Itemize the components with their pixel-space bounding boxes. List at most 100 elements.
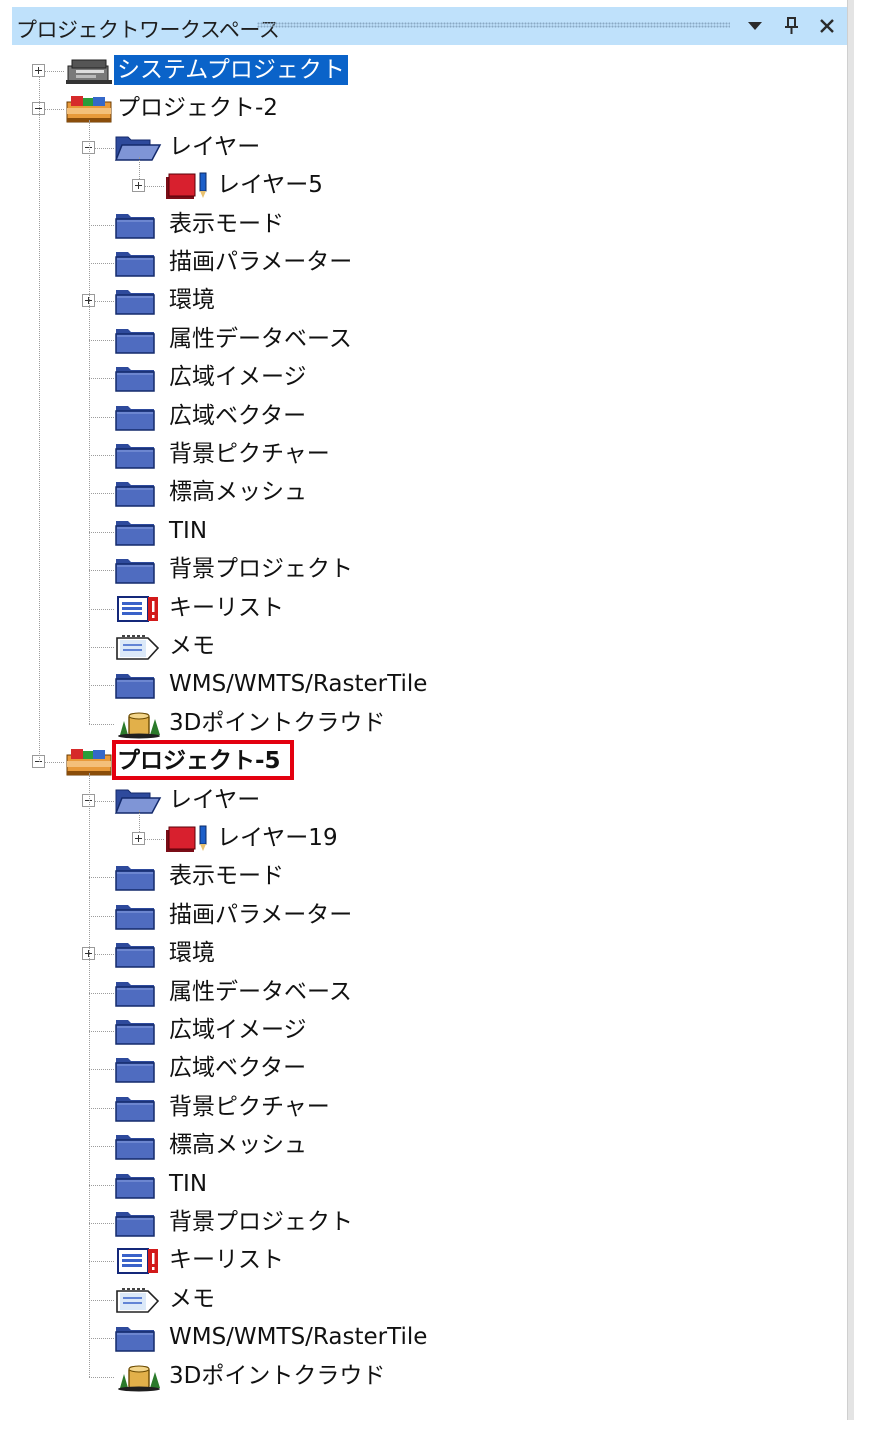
tree-node-item[interactable]: 属性データベース	[0, 974, 848, 1012]
tree-node-item[interactable]: 描画パラメーター	[0, 897, 848, 935]
tree-node-item[interactable]: 表示モード	[0, 206, 848, 244]
tree-node-item[interactable]: 背景プロジェクト	[0, 551, 848, 589]
expand-plus-icon[interactable]	[132, 832, 145, 845]
tree-node-item[interactable]: 標高メッシュ	[0, 474, 848, 512]
tree-node-item[interactable]: 背景ピクチャー	[0, 436, 848, 474]
folder-icon	[114, 1131, 162, 1161]
tree-node-item[interactable]: 背景ピクチャー	[0, 1089, 848, 1127]
tree-connector	[89, 493, 114, 495]
layer-icon	[164, 824, 212, 854]
tree-connector	[89, 1299, 114, 1301]
open-folder-icon	[114, 786, 162, 816]
tree-node-item[interactable]: 広域ベクター	[0, 398, 848, 436]
tree-node-item[interactable]: WMS/WMTS/RasterTile	[0, 666, 848, 704]
project-workspace-panel: プロジェクトワークスペース システムプロジェクト プロジェクト-2 レイヤー レイヤー…	[0, 0, 848, 1448]
tree-connector	[89, 1184, 114, 1186]
folder-icon	[114, 1054, 162, 1084]
tree-connector	[89, 531, 114, 533]
tree-connector	[139, 156, 140, 180]
project-icon	[64, 747, 112, 777]
tree-node-label: WMS/WMTS/RasterTile	[169, 1324, 428, 1351]
tree-node-label: メモ	[169, 1285, 215, 1312]
tree-node-item[interactable]: 表示モード	[0, 858, 848, 896]
folder-icon	[114, 325, 162, 355]
tree-connector	[89, 120, 90, 724]
project-icon	[64, 94, 112, 124]
key-list-icon	[114, 1246, 162, 1276]
tree-node-item[interactable]: 属性データベース	[0, 321, 848, 359]
tree-node-item[interactable]: 環境	[0, 282, 848, 320]
tree-node-layer-folder[interactable]: レイヤー	[0, 129, 848, 167]
tree-node-label: 広域イメージ	[169, 1017, 307, 1043]
tree-node-project[interactable]: プロジェクト-5	[0, 743, 848, 781]
tree-connector	[89, 723, 114, 725]
tree-node-label: 3Dポイントクラウド	[169, 1362, 386, 1389]
tree-connector	[95, 800, 114, 802]
tree-node-label: 属性データベース	[169, 325, 352, 352]
expand-plus-icon[interactable]	[132, 179, 145, 193]
tree-node-item[interactable]: TIN	[0, 1166, 848, 1204]
project-tree[interactable]: システムプロジェクト プロジェクト-2 レイヤー レイヤー5 表示モード 描画パラメーター…	[0, 0, 848, 1448]
tree-node-item[interactable]: メモ	[0, 1281, 848, 1319]
tree-connector	[39, 77, 40, 763]
tree-node-label: 標高メッシュ	[169, 479, 307, 506]
tree-node-layer[interactable]: レイヤー19	[0, 820, 848, 858]
system-project-icon	[64, 56, 112, 86]
folder-icon	[114, 555, 162, 585]
tree-node-item[interactable]: WMS/WMTS/RasterTile	[0, 1319, 848, 1357]
tree-node-item[interactable]: キーリスト	[0, 590, 848, 628]
tree-node-label: システムプロジェクト	[114, 55, 348, 85]
tree-node-system-project[interactable]: システムプロジェクト	[0, 52, 848, 90]
folder-icon	[114, 939, 162, 969]
expand-plus-icon[interactable]	[32, 64, 45, 77]
tree-connector	[89, 378, 114, 380]
open-folder-icon	[114, 133, 162, 163]
tree-node-label: レイヤー	[169, 133, 261, 160]
tree-node-label: 背景ピクチャー	[169, 441, 330, 467]
tree-connector	[89, 915, 114, 917]
memo-icon	[114, 1285, 162, 1315]
tree-connector	[89, 877, 114, 879]
tree-node-item[interactable]: 環境	[0, 935, 848, 973]
tree-node-item[interactable]: TIN	[0, 513, 848, 551]
layer-icon	[164, 171, 212, 201]
tree-node-item[interactable]: メモ	[0, 628, 848, 666]
tree-node-layer[interactable]: レイヤー5	[0, 167, 848, 205]
tree-node-label: プロジェクト-5	[117, 748, 281, 775]
tree-node-item[interactable]: 3Dポイントクラウド	[0, 1358, 848, 1396]
tree-node-item[interactable]: 3Dポイントクラウド	[0, 705, 848, 743]
tree-node-label: WMS/WMTS/RasterTile	[169, 671, 428, 698]
tree-node-item[interactable]: 背景プロジェクト	[0, 1204, 848, 1242]
tree-node-layer-folder[interactable]: レイヤー	[0, 782, 848, 820]
point-cloud-icon	[114, 709, 162, 739]
folder-icon	[114, 1016, 162, 1046]
panel-splitter[interactable]	[847, 0, 854, 1420]
tree-connector	[145, 839, 164, 840]
folder-icon	[114, 210, 162, 240]
folder-icon	[114, 978, 162, 1008]
folder-icon	[114, 1170, 162, 1200]
tree-node-label: 描画パラメーター	[169, 901, 353, 928]
tree-node-item[interactable]: 広域ベクター	[0, 1050, 848, 1088]
tree-node-item[interactable]: キーリスト	[0, 1242, 848, 1280]
tree-connector	[89, 608, 114, 610]
tree-node-label: プロジェクト-2	[117, 95, 278, 122]
tree-node-label: メモ	[169, 633, 215, 659]
tree-connector	[139, 809, 140, 832]
key-list-icon	[114, 594, 162, 624]
tree-connector	[89, 685, 114, 687]
folder-icon	[114, 363, 162, 393]
tree-node-item[interactable]: 広域イメージ	[0, 1012, 848, 1050]
tree-node-label: キーリスト	[169, 594, 284, 621]
tree-node-project[interactable]: プロジェクト-2	[0, 90, 848, 128]
tree-node-label: レイヤー	[169, 786, 261, 813]
point-cloud-icon	[114, 1362, 162, 1392]
tree-node-item[interactable]: 標高メッシュ	[0, 1127, 848, 1165]
tree-node-label: TIN	[169, 517, 208, 544]
tree-node-item[interactable]: 広域イメージ	[0, 359, 848, 397]
tree-node-item[interactable]: 描画パラメーター	[0, 244, 848, 282]
tree-connector	[89, 1376, 114, 1378]
tree-node-label: 広域ベクター	[169, 1055, 307, 1082]
tree-connector	[45, 762, 64, 764]
tree-node-label: 描画パラメーター	[169, 249, 353, 275]
